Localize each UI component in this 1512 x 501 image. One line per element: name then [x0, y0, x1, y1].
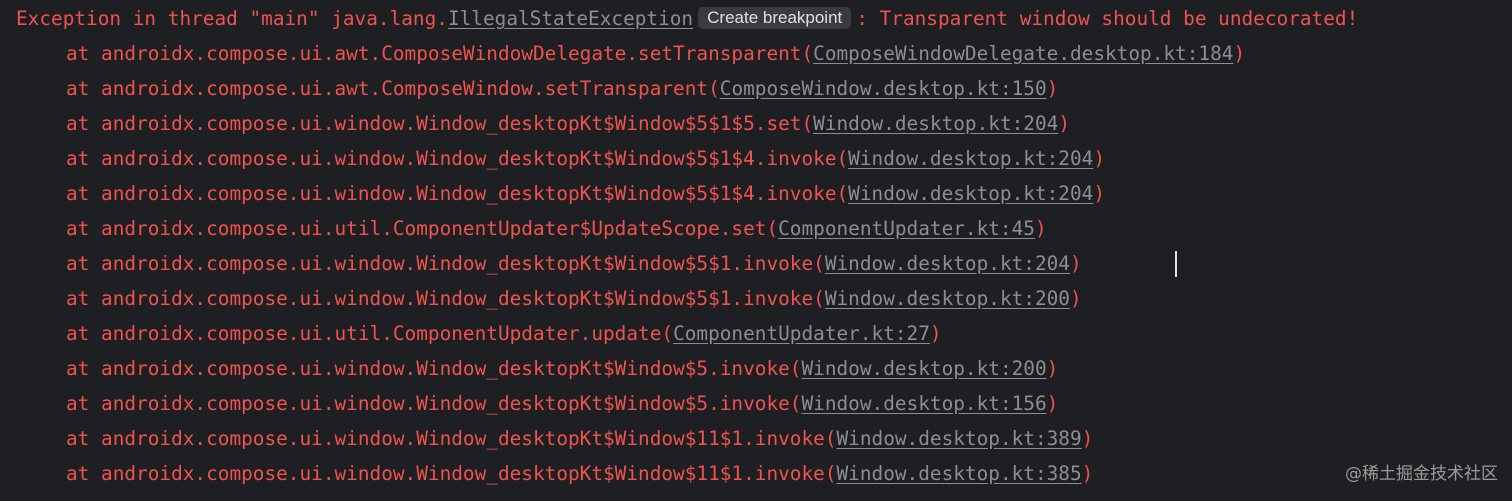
stack-frame-close: ) [1081, 462, 1094, 485]
stack-frame-line: at androidx.compose.ui.window.Window_des… [66, 281, 1082, 316]
stack-frame-line: at androidx.compose.ui.window.Window_des… [66, 386, 1058, 421]
exception-header-line: Exception in thread "main" java.lang.Ill… [16, 1, 1358, 36]
create-breakpoint-button[interactable]: Create breakpoint [698, 7, 852, 29]
watermark: @稀土掘金技术社区 [1345, 464, 1498, 484]
stack-frame-source-link[interactable]: Window.desktop.kt:389 [837, 427, 1082, 450]
stack-frame-close: ) [1058, 112, 1071, 135]
stack-frame-close: ) [1046, 392, 1059, 415]
stack-frame-line: at androidx.compose.ui.window.Window_des… [66, 176, 1105, 211]
stack-frame-line: at androidx.compose.ui.util.ComponentUpd… [66, 211, 1047, 246]
stack-frame-source-link[interactable]: ComponentUpdater.kt:27 [673, 322, 930, 345]
stack-frame-line: at androidx.compose.ui.window.Window_des… [66, 456, 1093, 491]
stack-frame-source-link[interactable]: Window.desktop.kt:156 [801, 392, 1046, 415]
stack-frame-line: at androidx.compose.ui.window.Window_des… [66, 421, 1093, 456]
stack-frame-line: at androidx.compose.ui.window.Window_des… [66, 351, 1058, 386]
stack-frame-source-link[interactable]: Window.desktop.kt:204 [825, 252, 1070, 275]
stack-frame-close: ) [1093, 182, 1106, 205]
stack-frame-line: at androidx.compose.ui.window.Window_des… [66, 106, 1070, 141]
stack-frame-method: at androidx.compose.ui.awt.ComposeWindow… [66, 42, 814, 65]
stack-frame-close: ) [1081, 427, 1094, 450]
stack-frame-method: at androidx.compose.ui.window.Window_des… [66, 112, 814, 135]
stack-frame-method: at androidx.compose.ui.window.Window_des… [66, 182, 849, 205]
stack-frame-method: at androidx.compose.ui.awt.ComposeWindow… [66, 77, 720, 100]
console-output: Exception in thread "main" java.lang.Ill… [0, 0, 1512, 501]
stack-frame-line: at androidx.compose.ui.util.ComponentUpd… [66, 316, 942, 351]
stack-frame-close: ) [1046, 77, 1059, 100]
stack-frame-close: ) [1070, 252, 1082, 275]
text-caret [1175, 251, 1177, 277]
stack-frame-close: ) [1034, 217, 1047, 240]
stack-frame-source-link[interactable]: Window.desktop.kt:204 [848, 147, 1093, 170]
stack-frame-line: at androidx.compose.ui.window.Window_des… [66, 246, 1082, 281]
stack-frame-line: at androidx.compose.ui.window.Window_des… [66, 141, 1105, 176]
stack-frame-line: at androidx.compose.ui.awt.ComposeWindow… [66, 36, 1245, 71]
stack-frame-method: at androidx.compose.ui.window.Window_des… [66, 252, 825, 275]
stack-frame-source-link[interactable]: ComponentUpdater.kt:45 [778, 217, 1035, 240]
stack-frame-method: at androidx.compose.ui.window.Window_des… [66, 462, 837, 485]
stack-frame-source-link[interactable]: Window.desktop.kt:385 [837, 462, 1082, 485]
stack-frame-method: at androidx.compose.ui.window.Window_des… [66, 357, 802, 380]
stack-frame-close: ) [1046, 357, 1059, 380]
exception-class-link[interactable]: IllegalStateException [448, 7, 693, 30]
stack-frame-close: ) [1070, 287, 1082, 310]
stack-frame-close: ) [929, 322, 942, 345]
stack-frame-method: at androidx.compose.ui.util.ComponentUpd… [66, 217, 779, 240]
stack-frame-source-link[interactable]: ComposeWindow.desktop.kt:150 [720, 77, 1047, 100]
stack-frame-method: at androidx.compose.ui.window.Window_des… [66, 147, 849, 170]
stack-frame-method: at androidx.compose.ui.window.Window_des… [66, 427, 837, 450]
stack-frame-method: at androidx.compose.ui.window.Window_des… [66, 287, 825, 310]
exception-message: : Transparent window should be undecorat… [856, 7, 1359, 30]
stack-frame-source-link[interactable]: Window.desktop.kt:204 [813, 112, 1058, 135]
stack-frame-line: at androidx.compose.ui.awt.ComposeWindow… [66, 71, 1058, 106]
stack-frame-source-link[interactable]: Window.desktop.kt:200 [801, 357, 1046, 380]
stack-frame-close: ) [1093, 147, 1106, 170]
exception-prefix: Exception in thread "main" java.lang. [16, 7, 448, 30]
stack-frame-method: at androidx.compose.ui.window.Window_des… [66, 392, 802, 415]
stack-frame-source-link[interactable]: ComposeWindowDelegate.desktop.kt:184 [813, 42, 1233, 65]
stack-frame-method: at androidx.compose.ui.util.ComponentUpd… [66, 322, 674, 345]
stack-frame-source-link[interactable]: Window.desktop.kt:204 [848, 182, 1093, 205]
stack-frame-source-link[interactable]: Window.desktop.kt:200 [825, 287, 1070, 310]
stack-frame-close: ) [1233, 42, 1246, 65]
